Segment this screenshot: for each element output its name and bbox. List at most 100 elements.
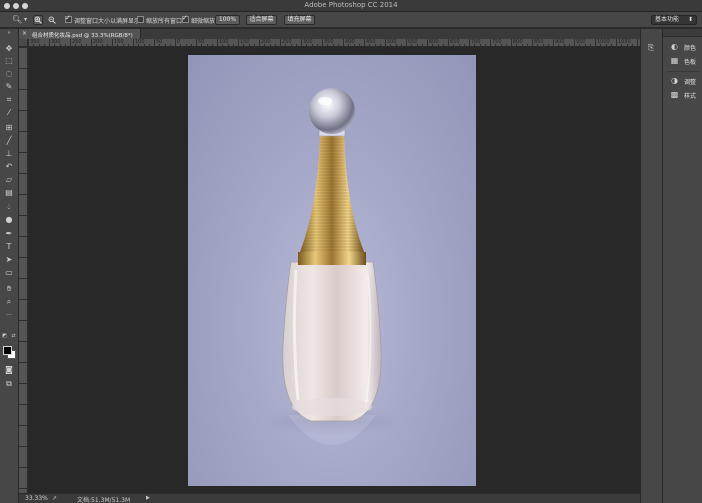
panel-separator (667, 71, 699, 72)
ruler-tick (495, 44, 497, 46)
crop-tool-icon[interactable]: ⌗ (2, 94, 16, 105)
zoom-all-windows-label: 缩放所有窗口 (146, 18, 183, 25)
ruler-tick (159, 44, 161, 46)
path-selection-tool-icon[interactable]: ➤ (2, 254, 16, 265)
zoom-out-button[interactable] (47, 15, 57, 25)
ruler-tick (43, 44, 45, 46)
healing-brush-tool-icon[interactable]: ⊞ (2, 122, 16, 133)
zoom-level[interactable]: 33.33% (25, 495, 48, 502)
ruler-tick (64, 44, 66, 46)
ruler-tick (19, 194, 27, 215)
swap-colors-icon[interactable]: ⇄ (10, 331, 17, 342)
type-tool-icon[interactable]: T (2, 241, 16, 252)
quick-mask-icon[interactable]: ◙ (2, 364, 16, 375)
ruler-tick (416, 44, 418, 46)
ruler-tick (306, 44, 308, 46)
ruler-tick (526, 44, 528, 46)
lasso-tool-icon[interactable]: ◌ (2, 68, 16, 79)
history-panel-icon[interactable]: ⎘ (646, 43, 656, 53)
ruler-tick (458, 44, 460, 46)
ruler-tick (19, 278, 27, 299)
ruler-tick (180, 44, 182, 46)
foreground-color-swatch[interactable] (3, 346, 12, 355)
zoom-tool-icon[interactable]: ⌕ (2, 296, 16, 307)
workspace-switcher[interactable]: 基本功能 ⬍ (651, 15, 697, 25)
styles-panel-button[interactable]: ▩ 样式 (668, 90, 702, 100)
ruler-tick (500, 44, 502, 46)
ruler-tick (143, 44, 145, 46)
tool-preset-dropdown-icon[interactable]: ▾ (24, 15, 27, 25)
document-size: 文档:51.3M/51.3M (77, 497, 131, 503)
ruler-tick (285, 44, 287, 46)
swatches-panel-button[interactable]: ▦ 色板 (668, 56, 702, 66)
ruler-tick (19, 320, 27, 341)
ruler-tick (19, 68, 27, 89)
ruler-tick (206, 44, 208, 46)
adjustments-panel-button[interactable]: ◑ 调整 (668, 76, 702, 86)
document-tab[interactable]: × 组合材质化妆品.psd @ 33.3%(RGB/8*) (19, 29, 141, 39)
ruler-tick (80, 44, 82, 46)
marquee-tool-icon[interactable]: ⬚ (2, 55, 16, 66)
ruler-tick (101, 44, 103, 46)
eyedropper-tool-icon[interactable]: ⁄ (2, 107, 16, 118)
scrubby-zoom-label: 细微缩放 (191, 18, 216, 25)
default-colors-icon[interactable]: ◩ (1, 331, 8, 342)
hand-tool-icon[interactable]: ✋︎ (2, 283, 16, 294)
actual-pixels-button[interactable]: 100% (215, 15, 240, 25)
ruler-tick (169, 44, 171, 46)
zoom-in-button[interactable] (33, 15, 43, 25)
zoom-all-windows-checkbox[interactable] (137, 16, 144, 23)
canvas-area[interactable] (28, 47, 640, 493)
window-title: Adobe Photoshop CC 2014 (304, 1, 398, 9)
panel-collapse-icon[interactable]: » (2, 31, 16, 36)
eraser-tool-icon[interactable]: ▱ (2, 174, 16, 185)
panel-grip[interactable] (663, 29, 702, 37)
shape-tool-icon[interactable]: ▭ (2, 267, 16, 278)
ruler-tick (85, 44, 87, 46)
ruler-label: 1050 (616, 39, 631, 46)
options-bar: 🔍︎ ▾ 调整窗口大小以满屏显示 缩放所有窗口 细微缩放 100% 适合屏幕 填… (0, 12, 702, 28)
color-panel-button[interactable]: ◐ 颜色 (668, 42, 702, 52)
horizontal-ruler[interactable]: 350 300 250 200 150 100 50 0 50 100 150 200 250 300 35… (28, 39, 640, 47)
ruler-tick (33, 44, 35, 46)
resize-windows-label: 调整窗口大小以满屏显示 (74, 18, 141, 25)
ruler-tick (589, 44, 591, 46)
ruler-tick (432, 44, 434, 46)
status-menu-arrow[interactable]: ▶ (146, 495, 150, 501)
ruler-tick (19, 236, 27, 257)
ruler-tick (127, 44, 129, 46)
collapsed-panel-dock: ⎘ (640, 29, 662, 503)
pen-tool-icon[interactable]: ✒ (2, 228, 16, 239)
vertical-ruler[interactable] (19, 47, 28, 493)
clone-stamp-tool-icon[interactable]: ⊥ (2, 148, 16, 159)
resize-windows-checkbox[interactable] (65, 14, 72, 23)
dodge-tool-icon[interactable]: ● (2, 214, 16, 225)
gradient-tool-icon[interactable]: ▤ (2, 187, 16, 198)
ruler-tick (421, 44, 423, 46)
ruler-tick (474, 44, 476, 46)
ruler-tick (19, 425, 27, 446)
fill-screen-button[interactable]: 填充屏幕 (284, 15, 315, 25)
styles-panel-icon: ▩ (670, 90, 679, 99)
screen-mode-icon[interactable]: ⧉ (2, 378, 16, 389)
ruler-origin[interactable] (19, 39, 28, 47)
more-tools-icon[interactable]: ··· (2, 310, 16, 321)
move-tool-icon[interactable]: ✥ (2, 43, 16, 54)
ruler-tick (222, 44, 224, 46)
ruler-tick (521, 44, 523, 46)
ruler-tick (442, 44, 444, 46)
close-tab-icon[interactable]: × (22, 30, 27, 37)
document-canvas[interactable] (188, 55, 476, 486)
quick-selection-tool-icon[interactable]: ✎ (2, 81, 16, 92)
share-icon[interactable]: ↗ (52, 495, 57, 502)
brush-tool-icon[interactable]: ╱ (2, 135, 16, 146)
ruler-tick (19, 47, 27, 68)
scrubby-zoom-checkbox[interactable] (182, 14, 189, 23)
ruler-tick (295, 44, 297, 46)
history-brush-tool-icon[interactable]: ↶ (2, 161, 16, 172)
blur-tool-icon[interactable]: 💧︎ (2, 201, 16, 212)
ruler-tick (463, 44, 465, 46)
fit-screen-button[interactable]: 适合屏幕 (246, 15, 277, 25)
zoom-tool-icon[interactable]: 🔍︎ (12, 15, 22, 25)
ruler-tick (479, 44, 481, 46)
